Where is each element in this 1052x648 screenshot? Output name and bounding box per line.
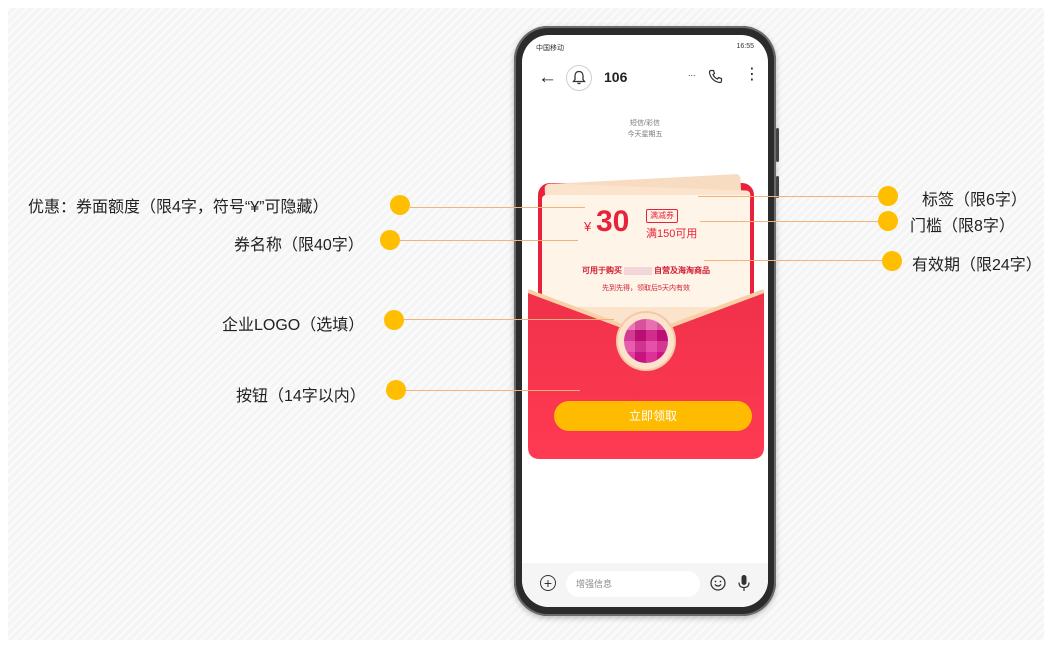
microphone-icon[interactable]: [738, 574, 750, 597]
bell-icon[interactable]: [566, 65, 592, 91]
carrier-label: 中国移动: [536, 45, 564, 52]
message-input-bar: +: [522, 563, 768, 607]
phone-screen: 中国移动 16:55 ← 106 ... ⋮ 短信/彩信 今天星期五 ¥ 30 …: [522, 35, 768, 607]
annotation-line: [698, 196, 880, 197]
coupon-price-row: ¥ 30 满减券 满150可用: [528, 205, 764, 241]
annotation-dot: [878, 186, 898, 206]
logo-image: [624, 319, 668, 363]
annotation-tag: 标签（限6字）: [922, 192, 1027, 209]
annotation-dot: [390, 195, 410, 215]
coupon-threshold: 满150可用: [646, 228, 698, 240]
message-type-label: 短信/彩信: [630, 120, 660, 127]
annotation-dot: [384, 310, 404, 330]
annotation-threshold: 门槛（限8字）: [910, 218, 1015, 235]
currency-symbol: ¥: [584, 219, 592, 234]
annotation-logo: 企业LOGO（选填）: [222, 317, 365, 334]
annotation-validity: 有效期（限24字）: [912, 257, 1042, 274]
coupon-name-suffix: 自营及海淘商品: [654, 266, 710, 275]
annotation-discount: 优惠：券面额度（限4字，符号“¥”可隐藏）: [28, 199, 329, 216]
back-arrow-icon[interactable]: ←: [538, 67, 557, 89]
more-menu-icon[interactable]: ⋮: [744, 67, 760, 83]
add-icon[interactable]: +: [540, 575, 556, 591]
annotation-line: [404, 390, 580, 391]
call-icon[interactable]: [708, 69, 723, 89]
annotation-dot: [386, 380, 406, 400]
annotation-line: [398, 240, 578, 241]
emoji-icon[interactable]: [710, 575, 726, 591]
power-button: [776, 176, 779, 198]
annotation-dot: [882, 251, 902, 271]
annotation-line: [410, 207, 585, 208]
annotation-button: 按钮（14字以内）: [236, 388, 366, 405]
coupon-card: ¥ 30 满减券 满150可用 可用于购买 自营及海淘商品 先到先得，领取后5天内…: [528, 173, 764, 459]
annotation-line: [704, 260, 884, 261]
annotation-line: [700, 221, 880, 222]
red-packet-front: [528, 279, 764, 459]
conversation-date: 短信/彩信 今天星期五: [522, 118, 768, 140]
volume-button: [776, 128, 779, 162]
annotation-dot: [878, 211, 898, 231]
status-time: 16:55: [736, 43, 754, 50]
annotation-coupon-name: 券名称（限40字）: [234, 237, 364, 254]
redacted-text: [624, 266, 652, 275]
coupon-tag: 满减券: [646, 209, 678, 223]
date-label: 今天星期五: [627, 131, 663, 138]
message-header: ← 106 ... ⋮: [522, 65, 768, 95]
annotation-dot: [380, 230, 400, 250]
phone-frame: 中国移动 16:55 ← 106 ... ⋮ 短信/彩信 今天星期五 ¥ 30 …: [514, 26, 779, 616]
coupon-validity: 先到先得，领取后5天内有效: [602, 285, 690, 292]
claim-button[interactable]: 立即领取: [554, 401, 752, 431]
annotation-line: [402, 319, 614, 320]
ellipsis-indicator: ...: [688, 68, 696, 78]
contact-number: 106: [604, 69, 628, 85]
message-input[interactable]: [566, 571, 700, 597]
status-bar: 中国移动 16:55: [536, 43, 754, 55]
coupon-name-prefix: 可用于购买: [582, 266, 622, 275]
company-logo: [618, 313, 674, 369]
coupon-amount: 30: [596, 205, 630, 238]
coupon-name: 可用于购买 自营及海淘商品: [528, 265, 764, 276]
